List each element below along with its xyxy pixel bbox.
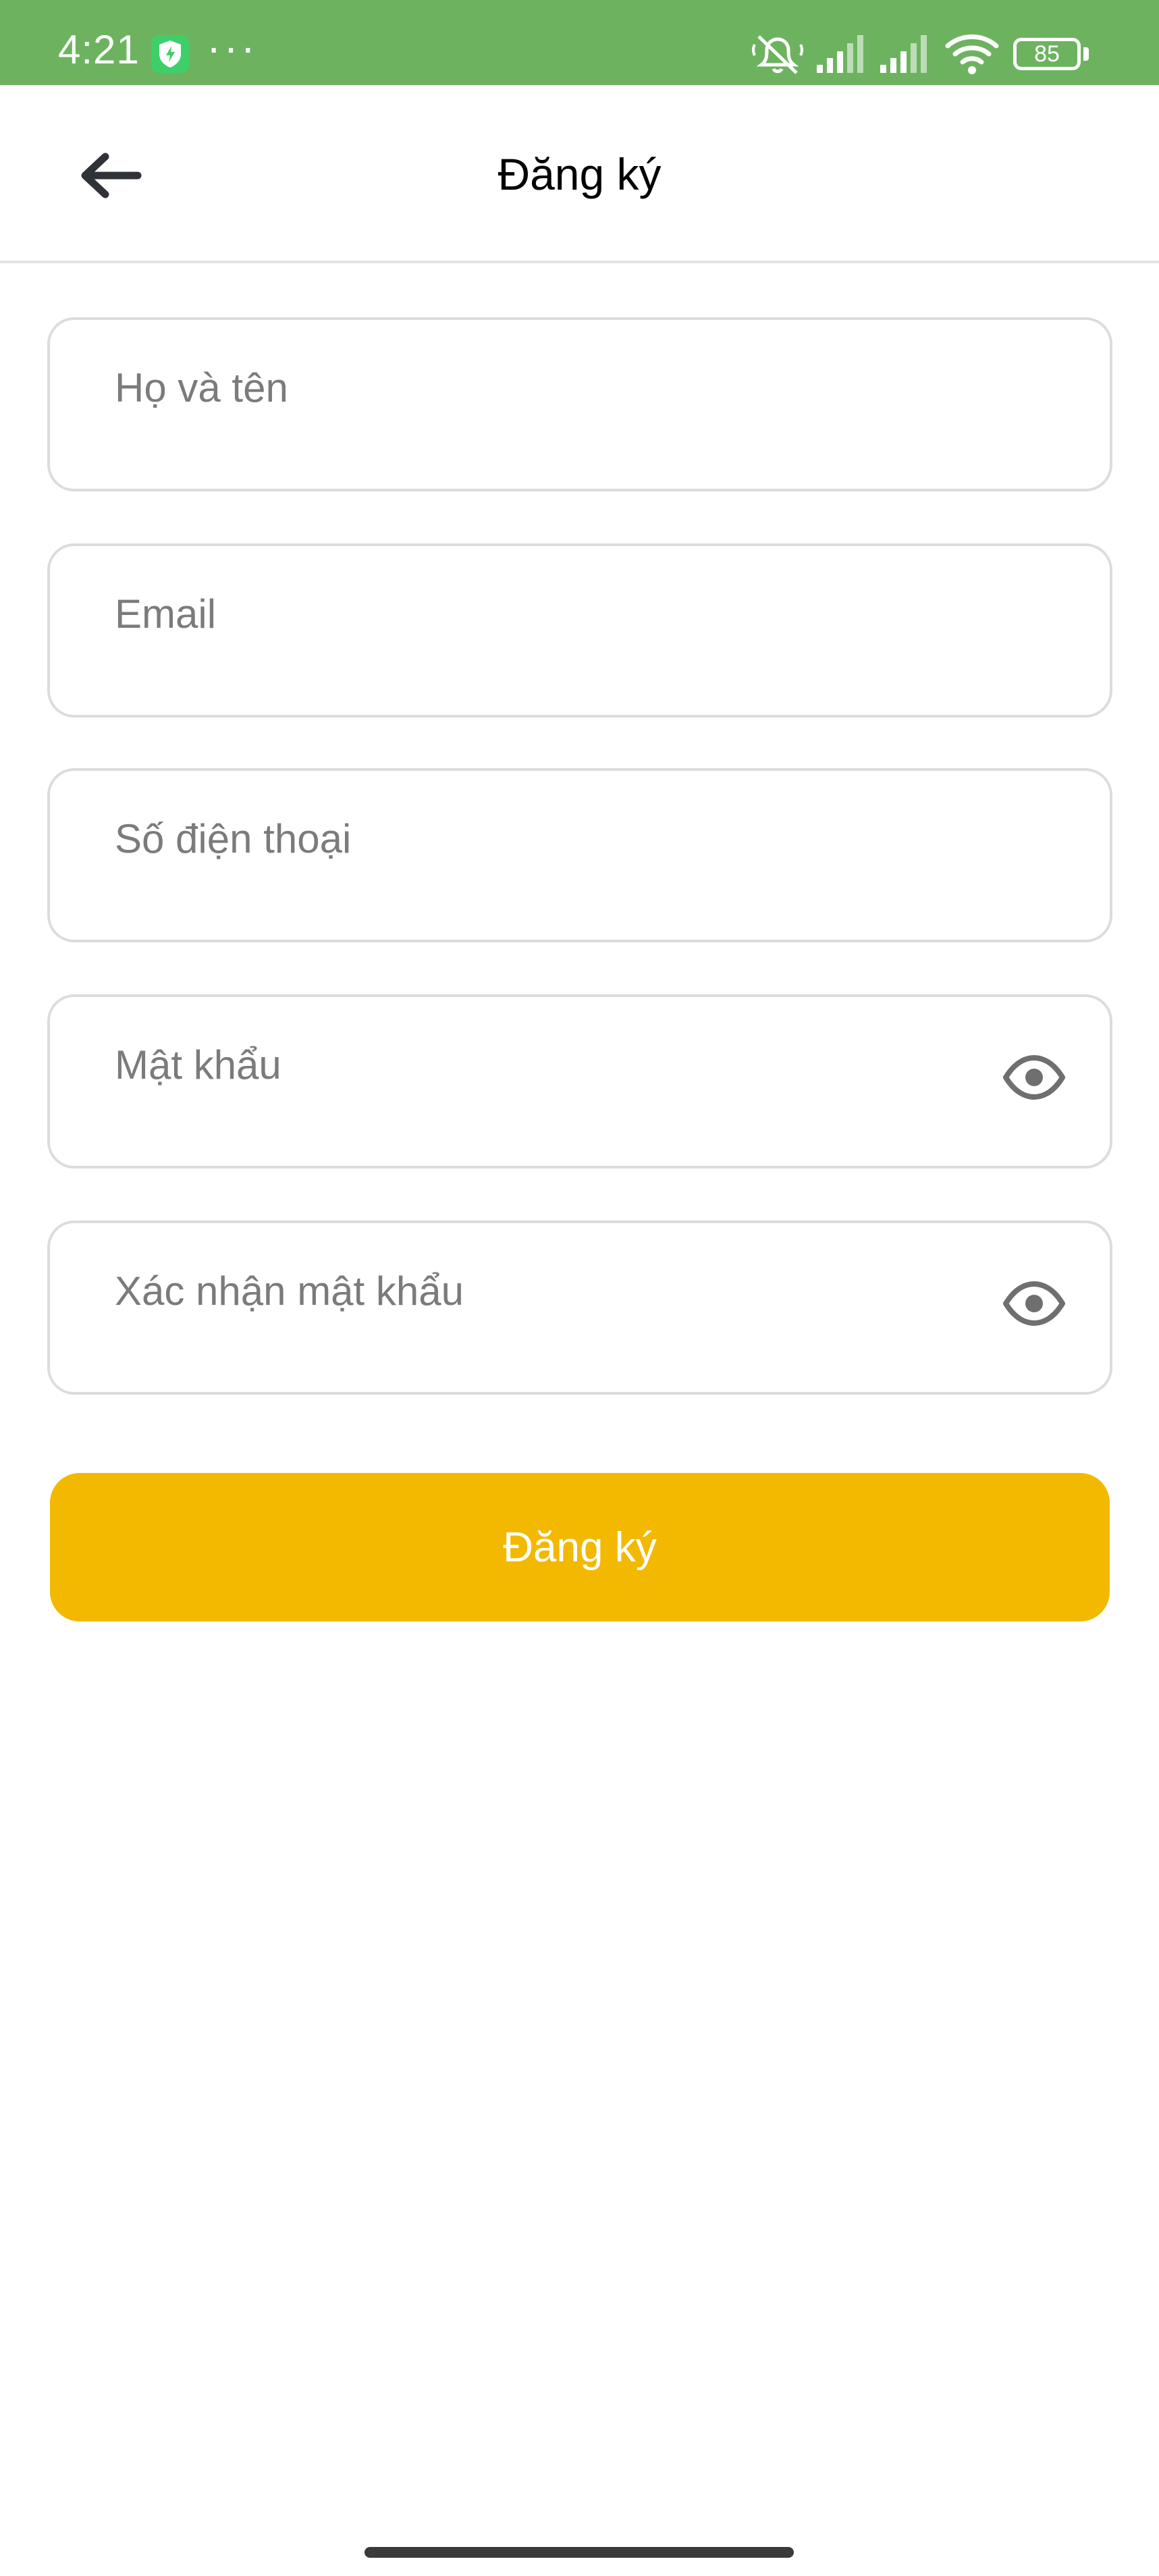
register-button[interactable]: Đăng ký xyxy=(50,1473,1110,1621)
shield-icon xyxy=(151,35,189,73)
app-bar: Đăng ký xyxy=(0,85,1159,263)
confirm-password-input[interactable] xyxy=(115,1264,979,1318)
mute-icon xyxy=(752,35,803,74)
signal-icon xyxy=(880,35,927,73)
phone-field[interactable] xyxy=(47,768,1112,942)
full-name-field[interactable] xyxy=(47,317,1112,491)
more-notifications-icon: ··· xyxy=(207,23,258,72)
eye-icon[interactable] xyxy=(1002,1280,1067,1327)
signal-icon xyxy=(817,35,863,73)
password-input[interactable] xyxy=(115,1038,979,1092)
phone-input[interactable] xyxy=(115,811,992,865)
wifi-icon xyxy=(945,34,999,74)
battery-icon: 85 xyxy=(1013,38,1081,70)
battery-level: 85 xyxy=(1034,41,1060,67)
page-title: Đăng ký xyxy=(497,149,662,199)
password-field[interactable] xyxy=(47,994,1112,1169)
email-field[interactable] xyxy=(47,543,1112,718)
battery-tip xyxy=(1083,47,1089,61)
eye-icon[interactable] xyxy=(1002,1054,1067,1101)
status-time: 4:21 xyxy=(58,27,140,72)
full-name-input[interactable] xyxy=(115,360,992,414)
home-indicator[interactable] xyxy=(365,2547,794,2558)
confirm-password-field[interactable] xyxy=(47,1220,1112,1395)
email-input[interactable] xyxy=(115,587,992,641)
status-bar: 4:21 ··· 85 xyxy=(0,0,1159,85)
